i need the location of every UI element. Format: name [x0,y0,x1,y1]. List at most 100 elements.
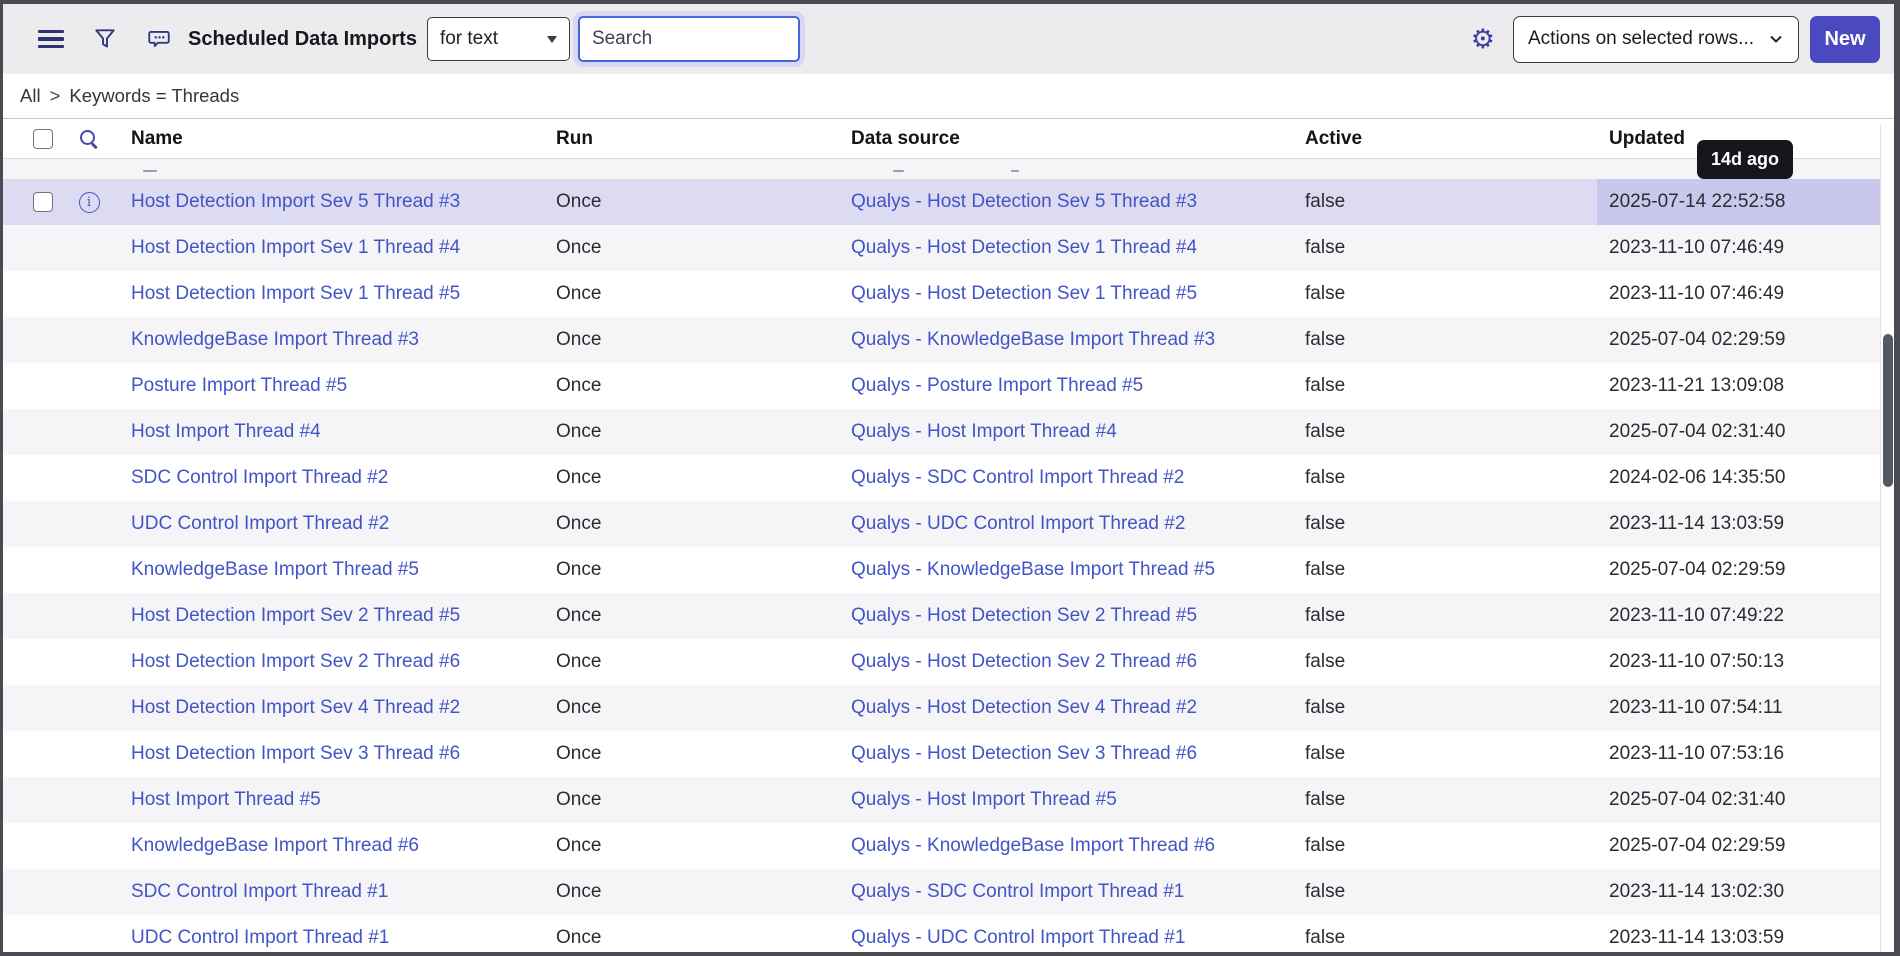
row-data-source-link[interactable]: Qualys - Host Detection Sev 5 Thread #3 [851,191,1197,212]
row-name-link[interactable]: Host Detection Import Sev 2 Thread #5 [131,605,460,626]
row-data-source-link[interactable]: Qualys - Host Detection Sev 3 Thread #6 [851,743,1197,764]
row-active-value: false [1293,421,1597,443]
row-updated-value: 2023-11-10 07:53:16 [1597,731,1894,777]
search-input[interactable] [578,16,800,62]
row-data-source-link[interactable]: Qualys - Host Detection Sev 4 Thread #2 [851,697,1197,718]
row-updated-value: 2023-11-10 07:49:22 [1597,593,1894,639]
row-data-source-link[interactable]: Qualys - UDC Control Import Thread #1 [851,927,1185,948]
row-data-source-link[interactable]: Qualys - Host Detection Sev 2 Thread #5 [851,605,1197,626]
row-name-link[interactable]: Host Detection Import Sev 1 Thread #5 [131,283,460,304]
comments-chat-icon[interactable] [144,24,174,54]
row-data-source-link[interactable]: Qualys - Host Import Thread #5 [851,789,1117,810]
row-data-source-link[interactable]: Qualys - Posture Import Thread #5 [851,375,1143,396]
row-active-value: false [1293,835,1597,857]
table-row[interactable]: Host Detection Import Sev 1 Thread #5 Onc… [3,271,1894,317]
breadcrumb-separator: > [50,85,61,107]
table-row[interactable]: Host Detection Import Sev 2 Thread #5Onc… [3,593,1894,639]
row-run-value: Once [544,927,839,949]
table-row[interactable]: KnowledgeBase Import Thread #3OnceQualys… [3,317,1894,363]
row-name-link[interactable]: KnowledgeBase Import Thread #3 [131,329,419,350]
row-name-link[interactable]: UDC Control Import Thread #1 [131,927,389,948]
row-active-value: false [1293,329,1597,351]
table-row[interactable]: Posture Import Thread #5OnceQualys - Pos… [3,363,1894,409]
row-data-source-link[interactable]: Qualys - UDC Control Import Thread #2 [851,513,1185,534]
row-name-link[interactable]: Host Import Thread #5 [131,789,321,810]
row-data-source-link[interactable]: Qualys - Host Import Thread #4 [851,421,1117,442]
table-row[interactable]: i Host Detection Import Sev 5 Thread #3 On… [3,179,1894,225]
table-row[interactable]: Host Detection Import Sev 2 Thread #6 Onc… [3,639,1894,685]
row-name-link[interactable]: SDC Control Import Thread #2 [131,467,388,488]
table-body: i Host Detection Import Sev 5 Thread #3 On… [3,159,1894,956]
table-row[interactable]: SDC Control Import Thread #2OnceQualys -… [3,455,1894,501]
row-data-source-link[interactable]: Qualys - SDC Control Import Thread #1 [851,881,1184,902]
table-row[interactable]: Host Detection Import Sev 4 Thread #2Onc… [3,685,1894,731]
new-button[interactable]: New [1810,16,1880,63]
row-data-source-link[interactable]: Qualys - KnowledgeBase Import Thread #5 [851,559,1215,580]
row-run-value: Once [544,283,839,305]
table-row[interactable]: Host Detection Import Sev 1 Thread #4Onc… [3,225,1894,271]
row-name-link[interactable]: SDC Control Import Thread #1 [131,881,388,902]
row-data-source-link[interactable]: Qualys - KnowledgeBase Import Thread #6 [851,835,1215,856]
row-active-value: false [1293,743,1597,765]
row-updated-value: 2025-07-04 02:29:59 [1597,547,1894,593]
row-run-value: Once [544,191,839,213]
breadcrumb-filter[interactable]: Keywords = Threads [69,85,239,107]
row-run-value: Once [544,743,839,765]
row-name-link[interactable]: Host Detection Import Sev 1 Thread #4 [131,237,460,258]
table-row[interactable]: Host Detection Import Sev 3 Thread #6 Onc… [3,731,1894,777]
column-header-run[interactable]: Run [544,128,839,150]
row-name-link[interactable]: KnowledgeBase Import Thread #6 [131,835,419,856]
row-name-link[interactable]: Host Detection Import Sev 3 Thread #6 [131,743,460,764]
filter-funnel-icon[interactable] [90,24,120,54]
row-run-value: Once [544,651,839,673]
row-updated-value: 2025-07-04 02:31:40 [1597,409,1894,455]
row-data-source-link[interactable]: Qualys - KnowledgeBase Import Thread #3 [851,329,1215,350]
column-header-data-source[interactable]: Data source [839,128,1293,150]
table-row[interactable]: UDC Control Import Thread #2OnceQualys -… [3,501,1894,547]
row-name-link[interactable]: Host Import Thread #4 [131,421,321,442]
row-name-link[interactable]: Host Detection Import Sev 4 Thread #2 [131,697,460,718]
row-name-link[interactable]: KnowledgeBase Import Thread #5 [131,559,419,580]
row-updated-value: 2023-11-10 07:50:13 [1597,639,1894,685]
row-active-value: false [1293,605,1597,627]
row-data-source-link[interactable]: Qualys - SDC Control Import Thread #2 [851,467,1184,488]
row-updated-value: 2023-11-14 13:02:30 [1597,869,1894,915]
row-active-value: false [1293,697,1597,719]
table-row[interactable]: Host Import Thread #5OnceQualys - Host I… [3,777,1894,823]
row-name-link[interactable]: UDC Control Import Thread #2 [131,513,389,534]
search-scope-value: for text [440,28,498,50]
scrollbar-thumb[interactable] [1883,334,1893,487]
row-name-link[interactable]: Host Detection Import Sev 5 Thread #3 [131,191,460,212]
hamburger-menu-icon[interactable] [36,24,66,54]
gear-icon[interactable]: ⚙ [1471,26,1495,53]
row-name-link[interactable]: Posture Import Thread #5 [131,375,347,396]
table-row[interactable]: UDC Control Import Thread #1 Once Qualys -… [3,915,1894,956]
table-header-row: Name Run Data source Active Updated [3,119,1894,159]
actions-dropdown[interactable]: Actions on selected rows... [1513,16,1799,63]
search-scope-select[interactable]: for text [427,17,570,61]
app-window: Scheduled Data Imports for text ⚙ Action… [0,0,1900,956]
column-header-active[interactable]: Active [1293,128,1597,150]
column-header-name[interactable]: Name [119,128,544,150]
updated-tooltip: 14d ago [1697,140,1793,179]
row-updated-value: 2025-07-14 22:52:58 [1597,179,1894,225]
row-active-value: false [1293,651,1597,673]
vertical-scrollbar[interactable] [1880,124,1894,952]
table-row[interactable]: Host Import Thread #4OnceQualys - Host I… [3,409,1894,455]
row-updated-value: 2023-11-10 07:46:49 [1597,225,1894,271]
row-name-link[interactable]: Host Detection Import Sev 2 Thread #6 [131,651,460,672]
row-data-source-link[interactable]: Qualys - Host Detection Sev 1 Thread #5 [851,283,1197,304]
row-checkbox[interactable] [33,192,53,212]
row-data-source-link[interactable]: Qualys - Host Detection Sev 2 Thread #6 [851,651,1197,672]
table-row[interactable]: SDC Control Import Thread #1OnceQualys -… [3,869,1894,915]
table-row[interactable]: KnowledgeBase Import Thread #5OnceQualys… [3,547,1894,593]
actions-dropdown-value: Actions on selected rows... [1528,28,1754,50]
table-row[interactable]: KnowledgeBase Import Thread #6OnceQualys… [3,823,1894,869]
info-icon[interactable]: i [79,192,100,213]
row-active-value: false [1293,375,1597,397]
breadcrumb-all[interactable]: All [20,85,41,107]
select-all-checkbox[interactable] [33,129,53,149]
row-data-source-link[interactable]: Qualys - Host Detection Sev 1 Thread #4 [851,237,1197,258]
chevron-down-icon [1768,31,1784,47]
column-search-icon[interactable] [78,128,100,150]
